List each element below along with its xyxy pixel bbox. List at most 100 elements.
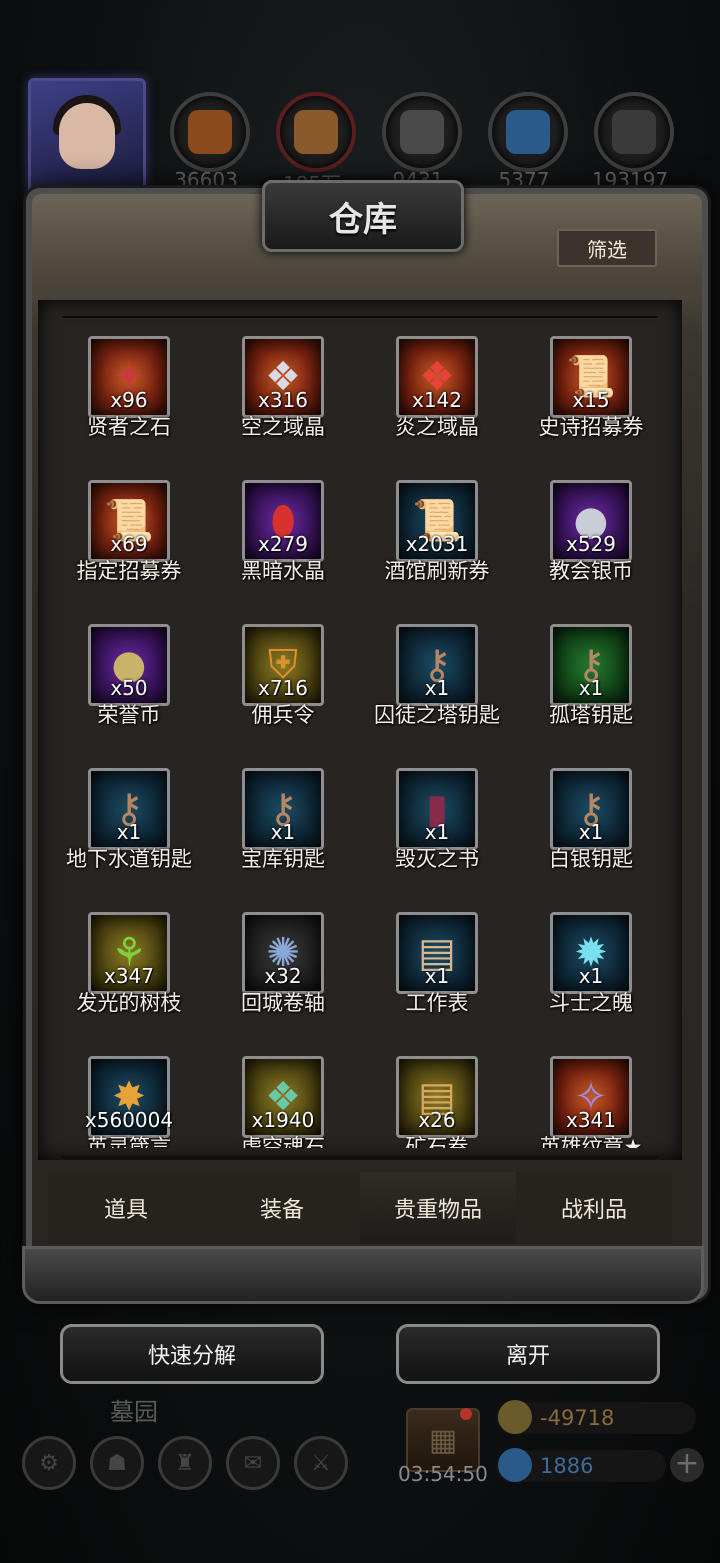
item-name: 佣兵令 — [251, 703, 315, 727]
inventory-item[interactable]: 📜 x15 史诗招募券 — [514, 336, 668, 480]
item-name: 回城卷轴 — [241, 991, 325, 1015]
inventory-item[interactable]: ▤ x1 工作表 — [360, 912, 514, 1056]
inventory-item[interactable]: 📜 x2031 酒馆刷新券 — [360, 480, 514, 624]
item-name: 炎之域晶 — [395, 415, 479, 439]
item-count: x96 — [110, 388, 148, 412]
panel-title: 仓库 — [329, 199, 397, 240]
item-count: x279 — [257, 532, 308, 556]
inventory-item[interactable]: 📜 x69 指定招募券 — [52, 480, 206, 624]
item-name: 贤者之石 — [87, 415, 171, 439]
gold-value: -49718 — [540, 1406, 615, 1430]
item-count: x316 — [257, 388, 308, 412]
hero-icon[interactable]: ☗ — [90, 1436, 144, 1490]
item-name: 白银钥匙 — [549, 847, 633, 871]
player-avatar[interactable] — [28, 78, 146, 196]
panel-title-plate: 仓库 — [262, 180, 464, 252]
quest-icon[interactable]: ⚔ — [294, 1436, 348, 1490]
item-grid[interactable]: ✦ x96 贤者之石 ❖ x316 空之域晶 ❖ x142 炎之域晶 📜 x15 史诗招募券 📜 x69 指… — [52, 336, 668, 1148]
item-count: x560004 — [84, 1108, 174, 1132]
item-name: 空之域晶 — [241, 415, 325, 439]
inventory-item[interactable]: ❖ x142 炎之域晶 — [360, 336, 514, 480]
inventory-item[interactable]: ⛨ x716 佣兵令 — [206, 624, 360, 768]
mail-icon[interactable]: ✉ — [226, 1436, 280, 1490]
item-count: x1 — [424, 676, 450, 700]
inventory-item[interactable]: ● x529 教会银币 — [514, 480, 668, 624]
item-name: 史诗招募券 — [538, 415, 644, 439]
inventory-item[interactable]: ⬮ x279 黑暗水晶 — [206, 480, 360, 624]
inventory-item[interactable]: ⚷ x1 囚徒之塔钥匙 — [360, 624, 514, 768]
gold-counter: -49718 — [496, 1400, 696, 1434]
avatar-face — [59, 103, 115, 169]
gem-counter: 1886 — [496, 1448, 666, 1482]
inventory-item[interactable]: ✹ x1 斗士之魄 — [514, 912, 668, 1056]
item-count: x1 — [578, 820, 604, 844]
gold-coin-icon — [498, 1400, 532, 1434]
tab-valuables[interactable]: 贵重物品 — [360, 1172, 516, 1244]
inventory-item[interactable]: ⚷ x1 宝库钥匙 — [206, 768, 360, 912]
settings-icon[interactable]: ⚙ — [22, 1436, 76, 1490]
resource-icon-3[interactable] — [382, 92, 462, 172]
add-currency-button[interactable]: + — [670, 1448, 704, 1482]
inventory-item[interactable]: ⚷ x1 地下水道钥匙 — [52, 768, 206, 912]
item-count: x1 — [270, 820, 296, 844]
inventory-item[interactable]: ⚷ x1 白银钥匙 — [514, 768, 668, 912]
panel-bottom-frame — [22, 1246, 704, 1304]
item-name: 孤塔钥匙 — [549, 703, 633, 727]
inventory-item[interactable]: ▤ x26 矿石卷 — [360, 1056, 514, 1148]
item-count: x341 — [565, 1108, 616, 1132]
item-count: x347 — [103, 964, 154, 988]
item-name: 酒馆刷新券 — [384, 559, 490, 583]
item-count: x50 — [110, 676, 148, 700]
resource-icon-4[interactable] — [488, 92, 568, 172]
gem-icon — [498, 1448, 532, 1482]
item-count: x529 — [565, 532, 616, 556]
inventory-item[interactable]: ✧ x341 英雄纹章★ — [514, 1056, 668, 1148]
category-tabs: 道具 装备 贵重物品 战利品 — [48, 1172, 672, 1244]
item-name: 工作表 — [405, 991, 469, 1015]
item-name: 地下水道钥匙 — [66, 847, 192, 871]
item-name: 矿石卷 — [405, 1135, 469, 1148]
leave-button[interactable]: 离开 — [396, 1324, 660, 1384]
item-name: 教会银币 — [549, 559, 633, 583]
item-name: 荣誉币 — [97, 703, 161, 727]
inventory-item[interactable]: ✦ x96 贤者之石 — [52, 336, 206, 480]
inventory-item[interactable]: ✸ x560004 英灵箴言 — [52, 1056, 206, 1148]
tab-items[interactable]: 道具 — [48, 1172, 204, 1244]
inventory-item[interactable]: ✺ x32 回城卷轴 — [206, 912, 360, 1056]
item-name: 英灵箴言 — [87, 1135, 171, 1148]
item-name: 英雄纹章★ — [539, 1135, 643, 1148]
quick-decompose-button[interactable]: 快速分解 — [60, 1324, 324, 1384]
inventory-item[interactable]: ⚘ x347 发光的树枝 — [52, 912, 206, 1056]
item-count: x15 — [572, 388, 610, 412]
tab-loot[interactable]: 战利品 — [516, 1172, 672, 1244]
notification-dot — [460, 1408, 472, 1420]
inventory-item[interactable]: ❖ x316 空之域晶 — [206, 336, 360, 480]
tab-equipment[interactable]: 装备 — [204, 1172, 360, 1244]
inventory-item[interactable]: ⚷ x1 孤塔钥匙 — [514, 624, 668, 768]
inventory-item[interactable]: ● x50 荣誉币 — [52, 624, 206, 768]
item-count: x26 — [418, 1108, 456, 1132]
item-name: 囚徒之塔钥匙 — [374, 703, 500, 727]
filter-button[interactable]: 筛选 — [557, 229, 657, 267]
inventory-item[interactable]: ▮ x1 毁灭之书 — [360, 768, 514, 912]
resource-icon-1[interactable] — [170, 92, 250, 172]
item-count: x2031 — [405, 532, 469, 556]
list-top-divider — [62, 316, 658, 318]
item-name: 斗士之魄 — [549, 991, 633, 1015]
item-name: 指定招募券 — [76, 559, 182, 583]
inventory-item[interactable]: ❖ x1940 虚空魂石 — [206, 1056, 360, 1148]
item-count: x1 — [578, 964, 604, 988]
gem-value: 1886 — [540, 1454, 594, 1478]
item-name: 宝库钥匙 — [241, 847, 325, 871]
item-count: x69 — [110, 532, 148, 556]
item-count: x1 — [116, 820, 142, 844]
castle-icon[interactable]: ♜ — [158, 1436, 212, 1490]
ore-icon — [612, 110, 656, 154]
item-count: x1 — [578, 676, 604, 700]
item-count: x1 — [424, 964, 450, 988]
item-name: 虚空魂石 — [241, 1135, 325, 1148]
item-name: 毁灭之书 — [395, 847, 479, 871]
resource-icon-2[interactable] — [276, 92, 356, 172]
crystal-icon — [506, 110, 550, 154]
resource-icon-5[interactable] — [594, 92, 674, 172]
